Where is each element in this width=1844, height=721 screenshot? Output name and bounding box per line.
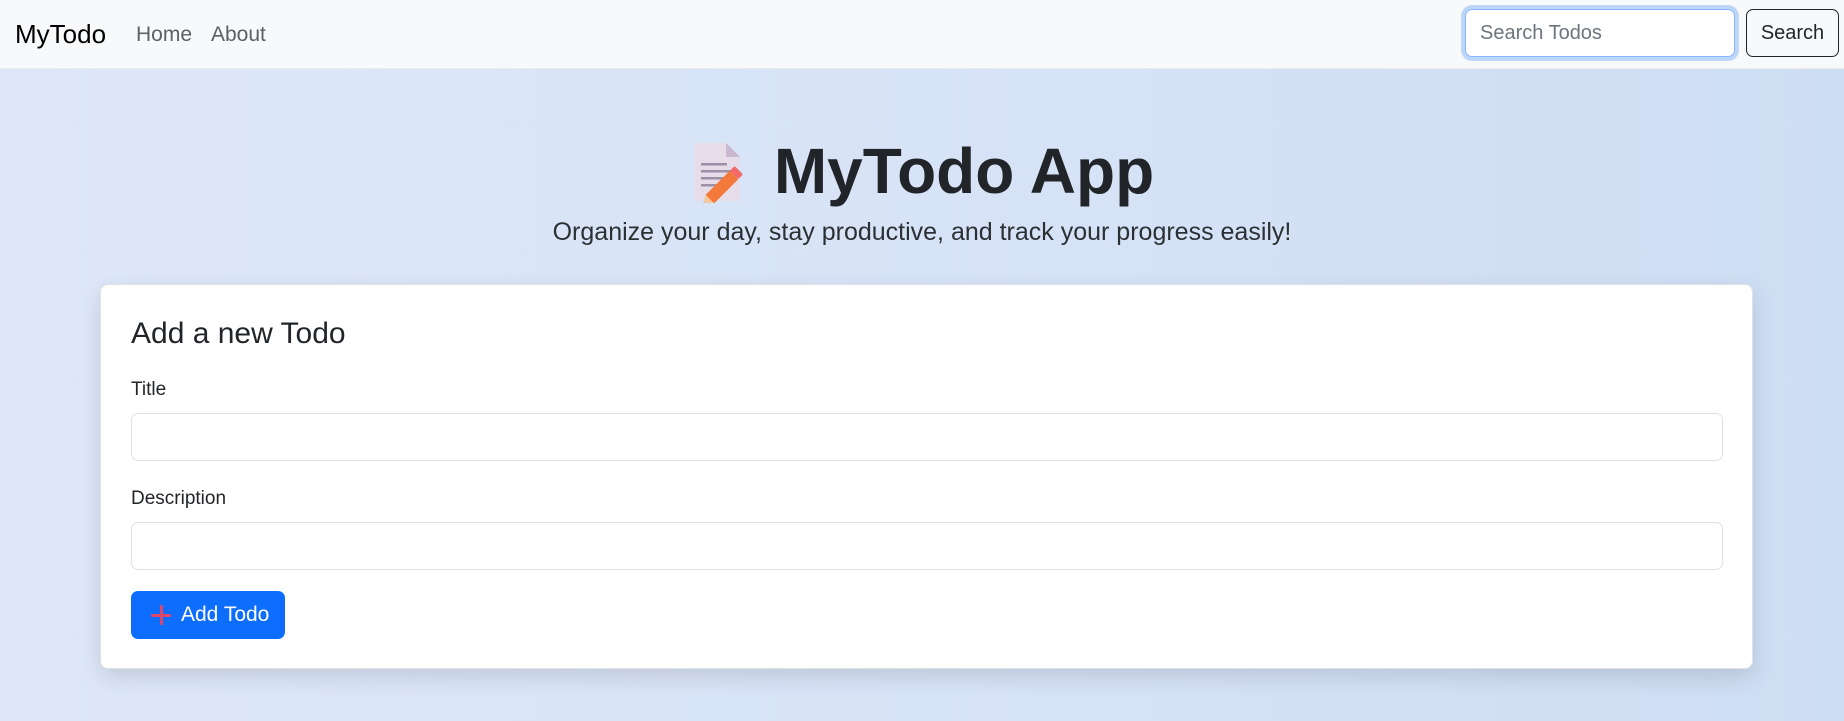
form-heading: Add a new Todo xyxy=(131,317,346,350)
add-todo-button[interactable]: Add Todo xyxy=(131,591,285,639)
add-todo-label: Add Todo xyxy=(181,603,270,626)
nav-link-about[interactable]: About xyxy=(211,23,266,47)
nav-link-home[interactable]: Home xyxy=(136,23,192,47)
title-input[interactable] xyxy=(131,413,1723,461)
description-label: Description xyxy=(131,488,227,509)
search-button[interactable]: Search xyxy=(1746,9,1839,57)
description-input[interactable] xyxy=(131,522,1723,570)
add-todo-card: Add a new Todo Title Description Add Tod… xyxy=(100,284,1753,669)
plus-icon xyxy=(151,605,171,625)
title-label: Title xyxy=(131,379,167,400)
page-title: MyTodo App xyxy=(0,133,1844,209)
search-input[interactable] xyxy=(1465,9,1735,57)
memo-icon xyxy=(690,141,746,207)
page-subtitle: Organize your day, stay productive, and … xyxy=(552,218,1292,246)
navbar: MyTodo Home About Search xyxy=(0,0,1844,69)
brand-link[interactable]: MyTodo xyxy=(15,19,106,50)
app-title-text: MyTodo App xyxy=(773,135,1155,207)
